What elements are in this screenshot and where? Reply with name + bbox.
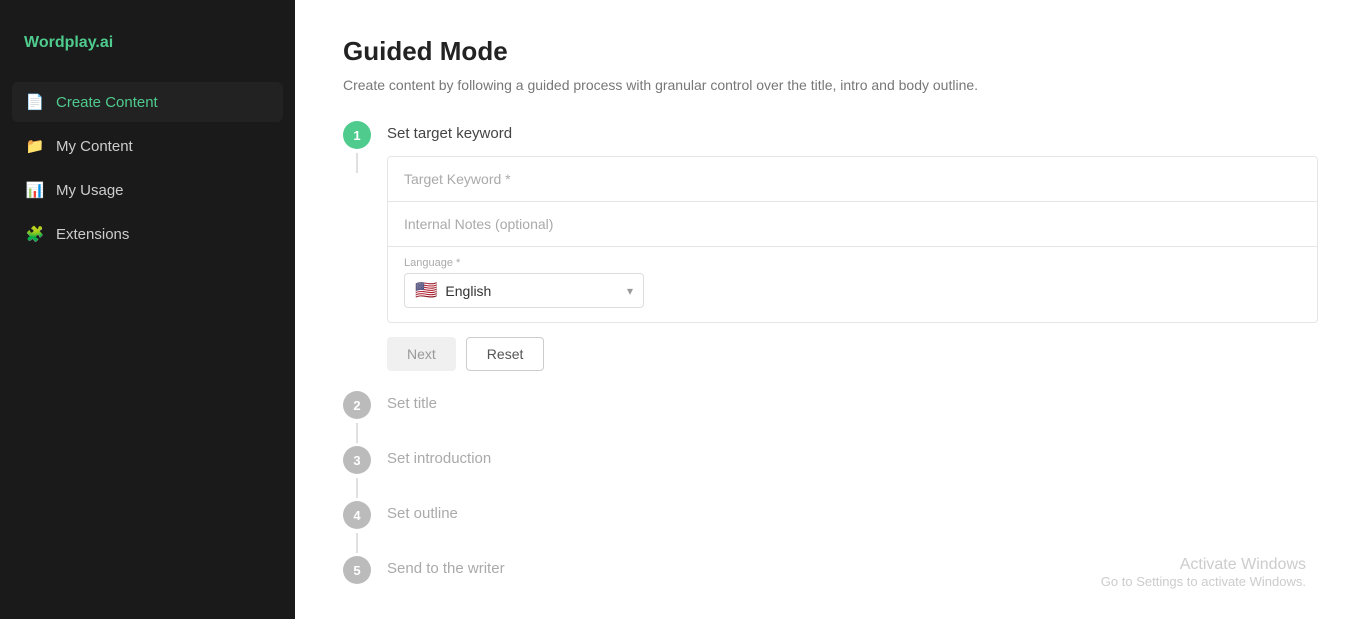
- next-button[interactable]: Next: [387, 337, 456, 371]
- step-content-2: Set title: [387, 391, 1318, 446]
- create-content-icon: 📄: [26, 93, 44, 111]
- step-left-5: 5: [343, 556, 371, 584]
- flag-icon: 🇺🇸: [415, 280, 437, 301]
- target-keyword-input[interactable]: [388, 157, 1317, 202]
- language-select[interactable]: 🇺🇸 English ▾: [404, 273, 644, 308]
- form-section: Language * 🇺🇸 English ▾: [387, 156, 1318, 323]
- sidebar-item-my-content[interactable]: 📁 My Content: [12, 126, 283, 166]
- steps-container: 1 Set target keyword Language * 🇺🇸 English…: [343, 121, 1318, 611]
- extensions-icon: 🧩: [26, 225, 44, 243]
- sidebar-item-label: My Content: [56, 138, 133, 155]
- step-left-1: 1: [343, 121, 371, 173]
- step-row-5: 5 Send to the writer: [343, 556, 1318, 611]
- sidebar-item-label: Create Content: [56, 94, 158, 111]
- chevron-down-icon: ▾: [627, 284, 633, 298]
- sidebar-item-create-content[interactable]: 📄 Create Content: [12, 82, 283, 122]
- step-badge-5: 5: [343, 556, 371, 584]
- sidebar-item-label: Extensions: [56, 226, 129, 243]
- step-content-4: Set outline: [387, 501, 1318, 556]
- my-content-icon: 📁: [26, 137, 44, 155]
- step-badge-2: 2: [343, 391, 371, 419]
- logo-sub-text: .ai: [95, 34, 113, 51]
- step-label-5: Send to the writer: [387, 556, 1318, 577]
- sidebar: Wordplay.ai 📄 Create Content 📁 My Conten…: [0, 0, 295, 619]
- sidebar-item-extensions[interactable]: 🧩 Extensions: [12, 214, 283, 254]
- content-area: Guided Mode Create content by following …: [295, 0, 1366, 619]
- language-value: English: [445, 283, 619, 299]
- my-usage-icon: 📊: [26, 181, 44, 199]
- page-subtitle: Create content by following a guided pro…: [343, 77, 1318, 93]
- step-badge-1: 1: [343, 121, 371, 149]
- logo-main-text: Wordplay: [24, 34, 95, 51]
- step-left-4: 4: [343, 501, 371, 553]
- sidebar-nav: 📄 Create Content 📁 My Content 📊 My Usage…: [0, 82, 295, 254]
- step-label-1: Set target keyword: [387, 121, 1318, 142]
- reset-button[interactable]: Reset: [466, 337, 545, 371]
- logo: Wordplay.ai: [0, 0, 295, 82]
- step-left-3: 3: [343, 446, 371, 498]
- step-row-3: 3 Set introduction: [343, 446, 1318, 501]
- step-line-3: [356, 478, 358, 498]
- page-title: Guided Mode: [343, 36, 1318, 67]
- language-row: Language * 🇺🇸 English ▾: [388, 247, 1317, 322]
- step-content-1: Set target keyword Language * 🇺🇸 English …: [387, 121, 1318, 391]
- step-label-3: Set introduction: [387, 446, 1318, 467]
- step-left-2: 2: [343, 391, 371, 443]
- step-content-3: Set introduction: [387, 446, 1318, 501]
- main-content: Guided Mode Create content by following …: [295, 0, 1366, 619]
- step-content-5: Send to the writer: [387, 556, 1318, 611]
- step-line-4: [356, 533, 358, 553]
- step-line-1: [356, 153, 358, 173]
- language-label: Language *: [404, 257, 1301, 269]
- step-row-1: 1 Set target keyword Language * 🇺🇸 English…: [343, 121, 1318, 391]
- step-badge-3: 3: [343, 446, 371, 474]
- internal-notes-input[interactable]: [388, 202, 1317, 247]
- step-line-2: [356, 423, 358, 443]
- step-label-4: Set outline: [387, 501, 1318, 522]
- button-row: Next Reset: [387, 337, 1318, 371]
- step-row-4: 4 Set outline: [343, 501, 1318, 556]
- sidebar-item-my-usage[interactable]: 📊 My Usage: [12, 170, 283, 210]
- step-label-2: Set title: [387, 391, 1318, 412]
- step-row-2: 2 Set title: [343, 391, 1318, 446]
- step-badge-4: 4: [343, 501, 371, 529]
- sidebar-item-label: My Usage: [56, 182, 124, 199]
